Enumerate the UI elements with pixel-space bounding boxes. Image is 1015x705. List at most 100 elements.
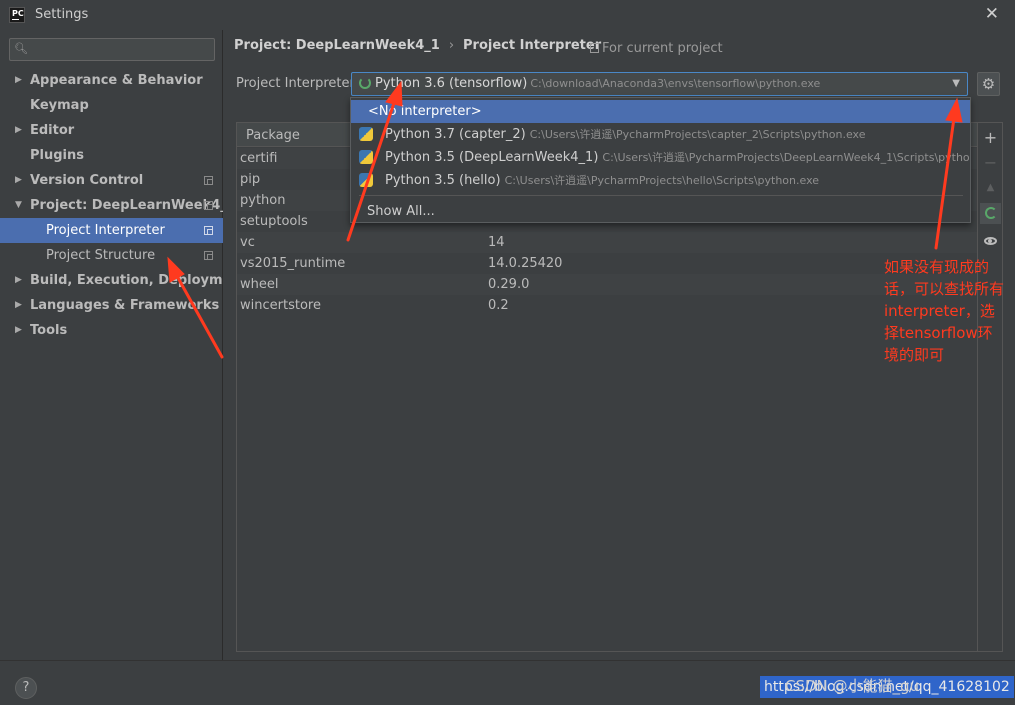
sidebar-item-keymap[interactable]: Keymap [0,93,223,118]
loading-spinner-icon [359,77,371,89]
project-scope-icon [204,176,213,185]
collapse-arrow-icon[interactable]: ▼ [15,193,22,218]
expand-arrow-icon[interactable]: ▶ [15,118,22,143]
window-title: Settings [35,7,89,22]
table-row[interactable]: vs2015_runtime 14.0.25420 [237,253,977,274]
dropdown-item-path: C:\Users\许逍遥\PycharmProjects\DeepLearnWe… [602,151,970,164]
dropdown-item-label: Python 3.5 (DeepLearnWeek4_1) [385,150,599,165]
package-version: 14.0.25420 [488,256,563,271]
dropdown-item-label: <No interpreter> [368,104,482,119]
dropdown-item-hello[interactable]: Python 3.5 (hello) C:\Users\许逍遥\PycharmPr… [351,169,970,192]
project-scope-icon [204,201,213,210]
for-current-project-label: For current project [602,41,723,56]
breadcrumb-page: Project Interpreter [463,38,602,53]
interpreter-select[interactable]: Python 3.6 (tensorflow) C:\download\Anaco… [351,72,968,96]
sidebar-item-label: Project Structure [46,248,156,263]
sidebar-item-label: Appearance & Behavior [30,73,203,88]
table-row[interactable]: wheel 0.29.0 [237,274,977,295]
package-version: 14 [488,235,505,250]
refresh-icon[interactable] [980,203,1001,224]
sidebar-item-label: Project: DeepLearnWeek4_1 [30,198,223,213]
package-name: pip [240,172,261,187]
search-input[interactable] [34,41,210,58]
sidebar-item-label: Editor [30,123,75,138]
package-name: wheel [240,277,279,292]
sidebar-item-appearance[interactable]: ▶ Appearance & Behavior [0,68,223,93]
dropdown-item-label: Python 3.5 (hello) [385,173,501,188]
sidebar-item-project-interpreter[interactable]: Project Interpreter [0,218,223,243]
sidebar-item-plugins[interactable]: Plugins [0,143,223,168]
interpreter-dropdown-list: <No interpreter> Python 3.7 (capter_2) C:… [350,97,971,223]
dialog-footer: ? https://blog.csdn.net/qq_41628102 CSDN… [0,660,1015,705]
sidebar-item-label: Version Control [30,173,144,188]
interpreter-label: Project Interpreter: [236,76,360,91]
dropdown-item-path: C:\Users\许逍遥\PycharmProjects\hello\Scrip… [504,174,820,187]
dropdown-item-path: C:\Users\许逍遥\PycharmProjects\capter_2\Sc… [529,128,866,141]
package-name: setuptools [240,214,308,229]
dropdown-divider [359,195,963,196]
breadcrumb-project: Project: DeepLearnWeek4_1 [234,38,440,53]
dropdown-item-deeplearnweek4[interactable]: Python 3.5 (DeepLearnWeek4_1) C:\Users\许逍… [351,146,970,169]
expand-arrow-icon[interactable]: ▶ [15,318,22,343]
remove-package-button[interactable]: − [980,152,1001,173]
sidebar-item-project-structure[interactable]: Project Structure [0,243,223,268]
dropdown-item-label: Python 3.7 (capter_2) [385,127,526,142]
gear-icon[interactable]: ⚙ [977,72,1000,96]
upgrade-package-button[interactable]: ▲ [980,177,1001,198]
package-name: vs2015_runtime [240,256,346,271]
expand-arrow-icon[interactable]: ▶ [15,68,22,93]
help-button[interactable]: ? [15,677,37,699]
chevron-down-icon[interactable]: ▼ [952,73,960,94]
column-header-package[interactable]: Package [246,128,300,143]
sidebar-item-label: Build, Execution, Deployment [30,273,223,288]
sidebar-item-languages[interactable]: ▶ Languages & Frameworks [0,293,223,318]
title-bar: PC Settings ✕ [0,0,1015,30]
sidebar-item-label: Plugins [30,148,84,163]
expand-arrow-icon[interactable]: ▶ [15,268,22,293]
project-scope-icon [204,226,213,235]
python-icon [359,127,373,141]
package-version: 0.2 [488,298,509,313]
sidebar-item-label: Project Interpreter [46,223,165,238]
expand-arrow-icon[interactable]: ▶ [15,168,22,193]
sidebar-item-version-control[interactable]: ▶ Version Control [0,168,223,193]
settings-sidebar: 🔍︎ ▶ Appearance & Behavior Keymap ▶ Edit… [0,30,223,660]
for-current-project-note: For current project [590,41,723,56]
interpreter-path: C:\download\Anaconda3\envs\tensorflow\py… [530,77,821,90]
sidebar-item-label: Languages & Frameworks [30,298,220,313]
add-package-button[interactable]: + [980,127,1001,148]
sidebar-item-label: Tools [30,323,68,338]
sidebar-item-project[interactable]: ▼ Project: DeepLearnWeek4_1 [0,193,223,218]
package-name: certifi [240,151,278,166]
dropdown-item-no-interpreter[interactable]: <No interpreter> [351,100,970,123]
table-row[interactable]: vc 14 [237,232,977,253]
settings-search-box[interactable]: 🔍︎ [9,38,215,61]
sidebar-item-label: Keymap [30,98,89,113]
pycharm-logo-icon: PC [9,7,25,23]
interpreter-name: Python 3.6 (tensorflow) [375,76,528,91]
settings-tree: ▶ Appearance & Behavior Keymap ▶ Editor … [0,68,223,343]
annotation-text: 如果没有现成的话，可以查找所有interpreter，选择tensorflow环… [884,258,1005,364]
table-row[interactable]: wincertstore 0.2 [237,295,977,316]
sidebar-item-tools[interactable]: ▶ Tools [0,318,223,343]
package-toolbar: + − ▲ [977,123,1002,651]
dropdown-item-capter2[interactable]: Python 3.7 (capter_2) C:\Users\许逍遥\Pychar… [351,123,970,146]
expand-arrow-icon[interactable]: ▶ [15,293,22,318]
show-all-label: Show All... [367,204,435,219]
package-name: wincertstore [240,298,321,313]
package-name: vc [240,235,255,250]
watermark-csdn: CSDN @小能猫_gu [785,677,920,695]
python-icon [359,173,373,187]
eye-icon[interactable] [980,229,1001,250]
sidebar-item-editor[interactable]: ▶ Editor [0,118,223,143]
show-all-item[interactable]: Show All... [351,200,970,223]
package-version: 0.29.0 [488,277,530,292]
sidebar-item-build[interactable]: ▶ Build, Execution, Deployment [0,268,223,293]
breadcrumb-separator: › [448,38,455,53]
search-icon: 🔍︎ [14,42,28,55]
package-name: python [240,193,286,208]
project-scope-icon [590,43,599,53]
breadcrumb: Project: DeepLearnWeek4_1 › Project Interp… [234,38,601,53]
project-scope-icon [204,251,213,260]
close-icon[interactable]: ✕ [985,4,999,24]
